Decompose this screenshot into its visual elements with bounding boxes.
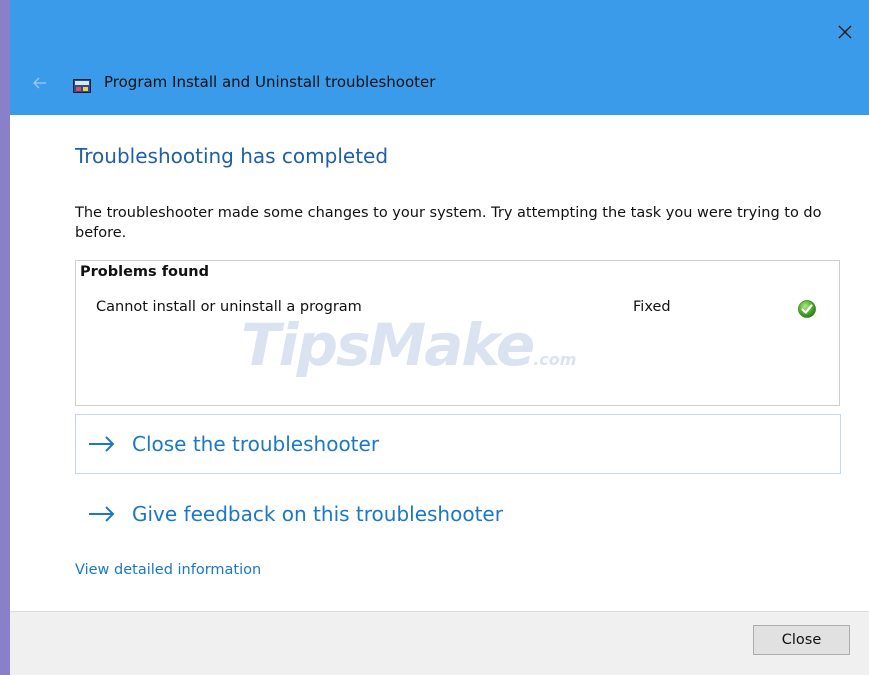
- result-description: The troubleshooter made some changes to …: [75, 205, 822, 241]
- title-bar: Program Install and Uninstall troublesho…: [10, 0, 869, 115]
- footer-bar: [10, 611, 869, 675]
- watermark-suffix: .com: [533, 350, 577, 369]
- arrow-right-icon: [89, 436, 115, 452]
- watermark: TipsMake.com: [241, 311, 576, 379]
- window-title: Program Install and Uninstall troublesho…: [104, 73, 436, 91]
- arrow-right-icon: [89, 506, 115, 522]
- close-troubleshooter-link[interactable]: Close the troubleshooter: [86, 432, 379, 456]
- close-troubleshooter-label: Close the troubleshooter: [132, 432, 380, 456]
- problems-header: Problems found: [80, 264, 210, 280]
- close-button[interactable]: Close: [753, 625, 850, 655]
- problems-found-panel: Problems found TipsMake.com Cannot insta…: [75, 260, 840, 406]
- view-detailed-information-link[interactable]: View detailed information: [75, 562, 261, 578]
- give-feedback-link[interactable]: Give feedback on this troubleshooter: [86, 502, 503, 526]
- problem-name: Cannot install or uninstall a program: [96, 299, 362, 315]
- problem-status: Fixed: [633, 299, 671, 315]
- green-check-icon: [797, 299, 817, 319]
- close-icon[interactable]: [835, 22, 855, 42]
- give-feedback-label: Give feedback on this troubleshooter: [132, 502, 503, 526]
- back-arrow-icon[interactable]: [32, 75, 48, 91]
- watermark-text: TipsMake: [241, 311, 535, 379]
- page-title: Troubleshooting has completed: [75, 144, 389, 168]
- troubleshooter-window: Program Install and Uninstall troublesho…: [10, 0, 869, 675]
- troubleshooter-app-icon: [73, 78, 91, 93]
